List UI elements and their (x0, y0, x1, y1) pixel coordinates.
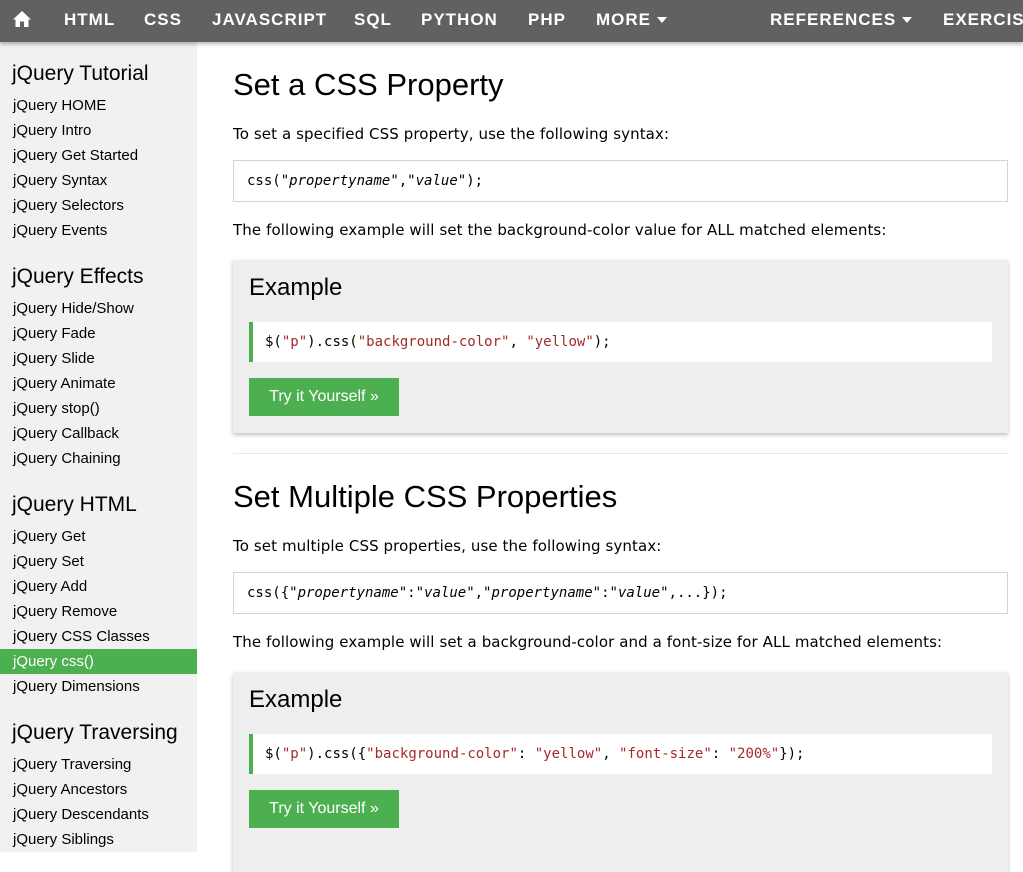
syntax-text: ":" (592, 585, 618, 601)
syntax-text: ":" (398, 585, 425, 601)
syntax-text: ",...}); (660, 585, 728, 601)
try-it-yourself-button[interactable]: Try it Yourself » (249, 790, 399, 828)
syntax-text: "," (390, 173, 416, 189)
section2-title: Set Multiple CSS Properties (233, 479, 618, 514)
sidebar-item-home[interactable]: jQuery HOME (0, 93, 197, 118)
sidebar-heading-tutorial: jQuery Tutorial (12, 62, 149, 85)
code-token: ); (593, 334, 611, 350)
code-token: , (602, 746, 620, 762)
sidebar-item-stop[interactable]: jQuery stop() (0, 396, 197, 421)
nav-more[interactable]: MORE (596, 0, 667, 42)
code-string: "yellow" (534, 746, 603, 762)
section2-desc: The following example will set a backgro… (233, 633, 943, 651)
code-string: "font-size" (619, 746, 712, 762)
syntax-box: css("propertyname","value"); (233, 160, 1008, 202)
example-box: Example $("p").css("background-color", "… (233, 260, 1008, 433)
sidebar-item-siblings[interactable]: jQuery Siblings (0, 827, 197, 852)
nav-sql[interactable]: SQL (354, 0, 392, 42)
section1-intro: To set a specified CSS property, use the… (233, 125, 670, 143)
sidebar-item-traversing[interactable]: jQuery Traversing (0, 752, 197, 777)
syntax-box: css({"propertyname":"value","propertynam… (233, 572, 1008, 614)
nav-references-label: REFERENCES (770, 10, 897, 29)
sidebar-item-selectors[interactable]: jQuery Selectors (0, 193, 197, 218)
nav-references[interactable]: REFERENCES (770, 0, 913, 42)
syntax-value: value (617, 585, 661, 601)
code-token: : (517, 746, 535, 762)
code-string: "background-color" (357, 334, 510, 350)
example-heading: Example (249, 686, 343, 713)
syntax-propertyname: propertyname (491, 585, 593, 601)
sidebar-heading-traversing: jQuery Traversing (12, 721, 178, 744)
sidebar-item-css-active[interactable]: jQuery css() (0, 649, 197, 674)
syntax-text: "); (457, 173, 484, 189)
sidebar-item-events[interactable]: jQuery Events (0, 218, 197, 243)
sidebar-item-animate[interactable]: jQuery Animate (0, 371, 197, 396)
nav-python[interactable]: PYTHON (421, 0, 498, 42)
syntax-propertyname: propertyname (297, 585, 399, 601)
sidebar-item-callback[interactable]: jQuery Callback (0, 421, 197, 446)
code-string: "background-color" (366, 746, 518, 762)
sidebar-item-syntax[interactable]: jQuery Syntax (0, 168, 197, 193)
sidebar-item-dimensions[interactable]: jQuery Dimensions (0, 674, 197, 699)
home-icon (13, 11, 31, 28)
sidebar-item-slide[interactable]: jQuery Slide (0, 346, 197, 371)
syntax-value: value (415, 173, 458, 189)
sidebar-item-get-started[interactable]: jQuery Get Started (0, 143, 197, 168)
nav-exercises[interactable]: EXERCIS (943, 0, 1023, 42)
page-title: Set a CSS Property (233, 67, 504, 102)
nav-javascript[interactable]: JAVASCRIPT (212, 0, 327, 42)
nav-more-label: MORE (596, 10, 651, 29)
sidebar-item-descendants[interactable]: jQuery Descendants (0, 802, 197, 827)
caret-down-icon (902, 16, 913, 23)
code-token: $( (265, 334, 282, 350)
code-token: , (509, 334, 527, 350)
sidebar-item-intro[interactable]: jQuery Intro (0, 118, 197, 143)
sidebar-item-css-classes[interactable]: jQuery CSS Classes (0, 624, 197, 649)
syntax-text: css(" (247, 173, 290, 189)
code-token: : (711, 746, 729, 762)
try-it-yourself-button[interactable]: Try it Yourself » (249, 378, 399, 416)
code-token: ).css( (307, 334, 358, 350)
sidebar-item-hide-show[interactable]: jQuery Hide/Show (0, 296, 197, 321)
nav-html[interactable]: HTML (64, 0, 115, 42)
example-box: Example $("p").css({"background-color": … (233, 672, 1008, 872)
sidebar-item-ancestors[interactable]: jQuery Ancestors (0, 777, 197, 802)
sidebar-item-set[interactable]: jQuery Set (0, 549, 197, 574)
nav-php[interactable]: PHP (528, 0, 566, 42)
code-string: "p" (281, 334, 308, 350)
home-link[interactable] (0, 0, 44, 42)
top-navigation: HTML CSS JAVASCRIPT SQL PYTHON PHP MORE … (0, 0, 1023, 42)
section1-desc: The following example will set the backg… (233, 221, 887, 239)
section2-intro: To set multiple CSS properties, use the … (233, 537, 662, 555)
sidebar-heading-effects: jQuery Effects (12, 265, 144, 288)
sidebar-item-remove[interactable]: jQuery Remove (0, 599, 197, 624)
nav-css[interactable]: CSS (144, 0, 182, 42)
sidebar: jQuery Tutorial jQuery HOME jQuery Intro… (0, 42, 197, 852)
syntax-propertyname: propertyname (289, 173, 391, 189)
code-sample: $("p").css({"background-color": "yellow"… (249, 734, 992, 774)
code-string: "yellow" (526, 334, 594, 350)
sidebar-item-fade[interactable]: jQuery Fade (0, 321, 197, 346)
code-token: $( (265, 746, 282, 762)
syntax-value: value (424, 585, 467, 601)
code-sample: $("p").css("background-color", "yellow")… (249, 322, 992, 362)
syntax-text: css({" (247, 585, 298, 601)
syntax-text: "," (466, 585, 492, 601)
example-heading: Example (249, 274, 343, 301)
divider (233, 453, 1008, 454)
sidebar-item-add[interactable]: jQuery Add (0, 574, 197, 599)
caret-down-icon (657, 16, 667, 23)
sidebar-item-chaining[interactable]: jQuery Chaining (0, 446, 197, 471)
code-token: }); (779, 746, 805, 762)
sidebar-item-get[interactable]: jQuery Get (0, 524, 197, 549)
code-token: ).css({ (307, 746, 367, 762)
code-string: "p" (281, 746, 308, 762)
sidebar-heading-html: jQuery HTML (12, 493, 137, 516)
code-string: "200%" (728, 746, 780, 762)
